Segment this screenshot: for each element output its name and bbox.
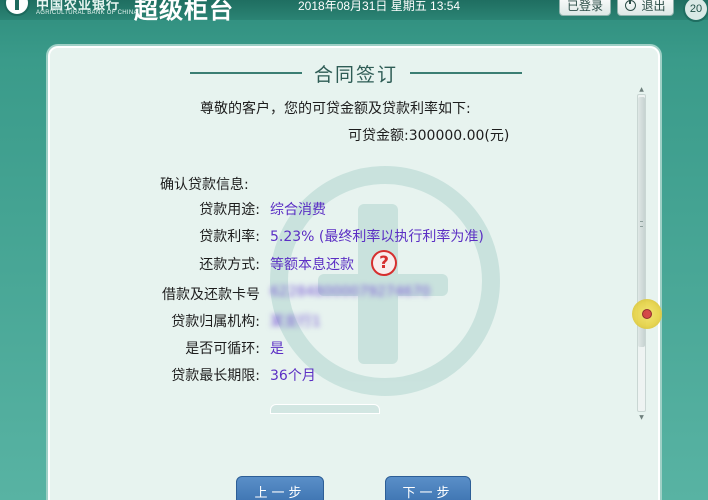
datetime-display: 2018年08月31日 星期五 13:54	[298, 0, 461, 13]
revolving-row: 是否可循环: 是	[48, 338, 568, 360]
loan-branch-row: 贷款归属机构: 某支行1	[48, 311, 568, 333]
loan-purpose-row: 贷款用途: 综合消费	[48, 199, 568, 221]
help-question-icon[interactable]: ?	[371, 250, 397, 276]
loan-amount-text: 可贷金额:300000.00(元)	[348, 128, 510, 144]
scrollbar-track[interactable]	[637, 94, 646, 412]
contract-panel: 合同签订 尊敬的客户，您的可贷金额及贷款利率如下: 可贷金额:300000.00…	[46, 44, 662, 500]
loan-branch-value: 某支行1	[270, 314, 321, 330]
loan-branch-label: 贷款归属机构:	[171, 314, 260, 330]
next-step-button[interactable]: 下一步	[385, 476, 471, 500]
greeting-text: 尊敬的客户，您的可贷金额及贷款利率如下:	[200, 101, 471, 117]
loan-rate-label: 贷款利率:	[199, 229, 260, 245]
max-term-row: 贷款最长期限: 36个月	[48, 365, 568, 387]
brand-title: 超级柜台	[134, 0, 234, 24]
exit-label: 退出	[641, 0, 666, 13]
card-number-value: 622848000079274670	[270, 284, 431, 300]
countdown-timer: 20	[683, 0, 708, 22]
collapsed-section-tab[interactable]	[270, 404, 380, 414]
loan-rate-value: 5.23% (最终利率以执行利率为准)	[270, 229, 484, 245]
repayment-method-value: 等额本息还款	[270, 257, 354, 273]
loan-purpose-label: 贷款用途:	[199, 202, 260, 218]
revolving-label: 是否可循环:	[185, 341, 260, 357]
logged-in-button[interactable]: 已登录	[559, 0, 611, 16]
page-title: 合同签订	[314, 63, 399, 86]
top-bar: 中国农业银行 AGRICULTURAL BANK OF CHINA 超级柜台 2…	[0, 0, 708, 24]
panel-title-row: 合同签订	[190, 60, 523, 86]
card-number-row: 借款及还款卡号 622848000079274670	[48, 284, 568, 306]
touch-cursor-icon	[632, 299, 662, 329]
card-number-label: 借款及还款卡号	[162, 287, 260, 303]
bank-logo-icon	[4, 0, 30, 16]
previous-step-label: 上一步	[254, 485, 306, 500]
revolving-value: 是	[270, 341, 284, 357]
loan-purpose-value: 综合消费	[270, 202, 326, 218]
loan-rate-row: 贷款利率: 5.23% (最终利率以执行利率为准)	[48, 226, 568, 248]
max-term-label: 贷款最长期限:	[171, 368, 260, 384]
title-divider-left	[190, 72, 302, 74]
previous-step-button[interactable]: 上一步	[236, 476, 324, 500]
next-step-label: 下一步	[402, 485, 454, 500]
scroll-up-arrow-icon[interactable]: ▲	[637, 86, 646, 94]
title-divider-right	[410, 72, 523, 74]
logged-in-label: 已登录	[566, 0, 603, 13]
max-term-value: 36个月	[270, 368, 316, 384]
bank-name-english: AGRICULTURAL BANK OF CHINA	[36, 10, 138, 16]
repayment-method-label: 还款方式:	[199, 257, 260, 273]
exit-button[interactable]: 退出	[617, 0, 674, 16]
repayment-method-row: 还款方式: 等额本息还款 ?	[48, 250, 568, 276]
power-icon	[625, 0, 637, 11]
timer-value: 20	[689, 3, 703, 15]
scroll-down-arrow-icon[interactable]: ▼	[637, 414, 646, 422]
confirm-info-label: 确认贷款信息:	[160, 177, 249, 193]
scroll-grip-icon	[640, 221, 643, 227]
